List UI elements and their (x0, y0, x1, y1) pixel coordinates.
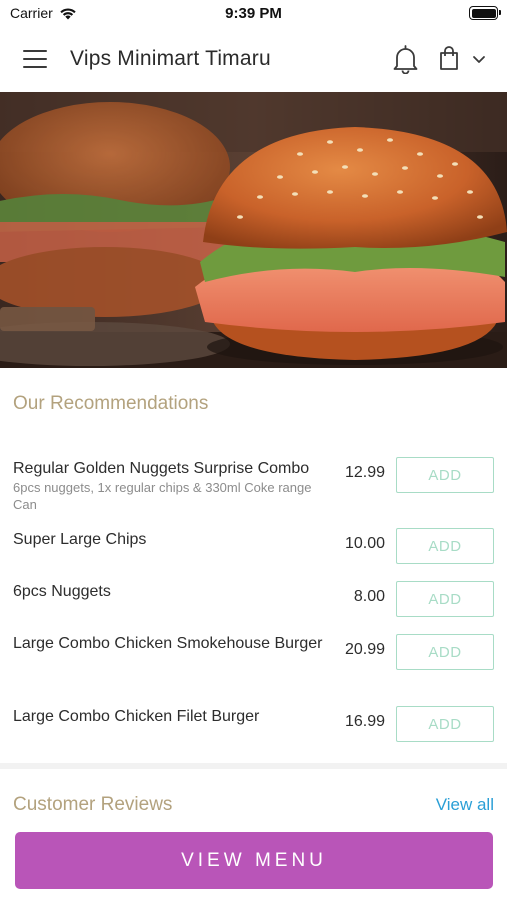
list-item: Large Combo Chicken Smokehouse Burger 20… (13, 633, 495, 670)
list-item: Super Large Chips 10.00 ADD (13, 528, 495, 564)
item-description: 6pcs nuggets, 1x regular chips & 330ml C… (13, 480, 312, 512)
item-price: 20.99 (344, 641, 385, 658)
battery-icon (469, 6, 501, 20)
status-bar: Carrier 9:39 PM (0, 0, 507, 26)
item-name: Super Large Chips (13, 531, 147, 548)
section-divider (0, 763, 507, 769)
hero-banner-image (0, 92, 507, 368)
item-price: 12.99 (344, 464, 385, 481)
item-name: Regular Golden Nuggets Surprise Combo (13, 460, 310, 477)
item-name: 6pcs Nuggets (13, 583, 111, 600)
list-item: Regular Golden Nuggets Surprise Combo 6p… (13, 457, 495, 513)
bell-icon[interactable] (392, 44, 419, 74)
app-header: Vips Minimart Timaru (0, 26, 507, 92)
reviews-title: Customer Reviews (13, 794, 173, 815)
add-button[interactable]: ADD (396, 581, 494, 617)
item-name: Large Combo Chicken Smokehouse Burger (13, 635, 323, 652)
item-price: 8.00 (353, 588, 385, 605)
view-all-reviews-link[interactable]: View all (436, 795, 494, 815)
item-name: Large Combo Chicken Filet Burger (13, 708, 260, 725)
add-button[interactable]: ADD (396, 634, 494, 670)
page-title: Vips Minimart Timaru (70, 47, 271, 70)
status-time: 9:39 PM (225, 5, 282, 22)
add-button[interactable]: ADD (396, 706, 494, 742)
add-button[interactable]: ADD (396, 457, 494, 493)
chevron-down-icon[interactable] (472, 54, 486, 64)
list-item: 6pcs Nuggets 8.00 ADD (13, 581, 495, 617)
item-price: 16.99 (344, 713, 385, 730)
recommendations-title: Our Recommendations (13, 393, 209, 414)
view-menu-button[interactable]: VIEW MENU (15, 832, 493, 889)
menu-icon[interactable] (23, 50, 47, 68)
add-button[interactable]: ADD (396, 528, 494, 564)
item-price: 10.00 (344, 535, 385, 552)
list-item: Large Combo Chicken Filet Burger 16.99 A… (13, 706, 495, 742)
shopping-bag-icon[interactable] (439, 45, 459, 71)
